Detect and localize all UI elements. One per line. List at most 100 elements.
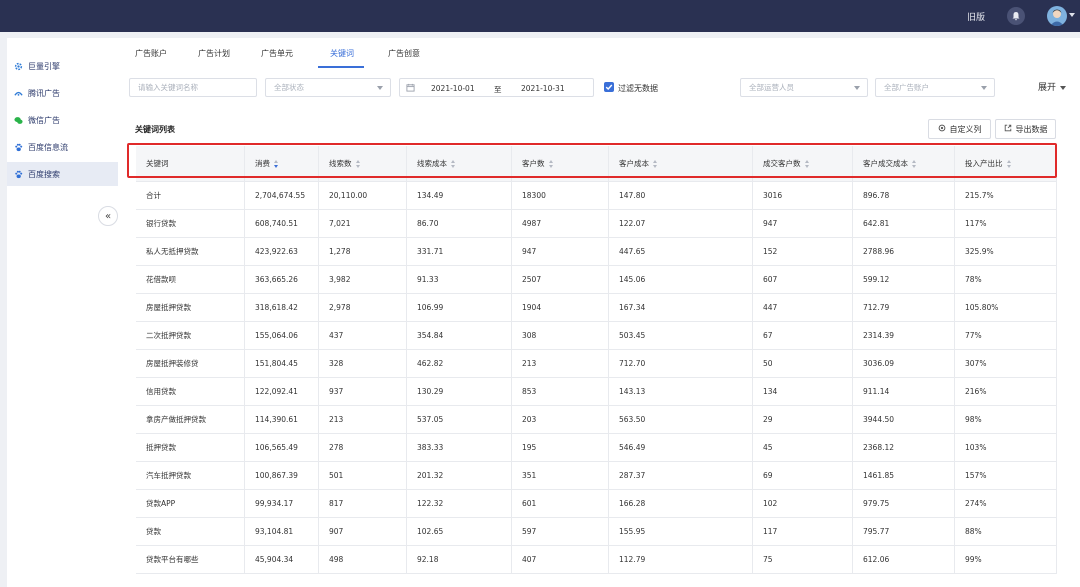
cell-keyword: 贷款 <box>136 518 245 546</box>
tab-ad-unit[interactable]: 广告单元 <box>261 48 293 59</box>
cell-keyword: 房屋抵押贷款 <box>136 294 245 322</box>
cell-keyword: 抵押贷款 <box>136 434 245 462</box>
cell-roi: 157% <box>955 462 1057 490</box>
expand-label: 展开 <box>1038 83 1057 93</box>
cell-lead-cost: 86.70 <box>407 210 512 238</box>
old-version-link[interactable]: 旧版 <box>967 10 985 23</box>
status-select[interactable]: 全部状态 <box>265 78 391 97</box>
cell-customer-cost: 287.37 <box>609 462 753 490</box>
cell-deals: 69 <box>753 462 853 490</box>
custom-columns-button[interactable]: 自定义列 <box>928 119 991 139</box>
date-start: 2021-10-01 <box>431 84 475 93</box>
cell-spend: 45,904.34 <box>245 546 319 574</box>
cell-roi: 77% <box>955 322 1057 350</box>
chevron-down-icon <box>854 86 860 90</box>
bell-icon[interactable] <box>1007 7 1025 25</box>
avatar[interactable] <box>1047 6 1067 26</box>
cell-leads: 2,978 <box>319 294 407 322</box>
export-label: 导出数据 <box>1015 124 1048 134</box>
cell-spend: 100,867.39 <box>245 462 319 490</box>
cell-leads: 498 <box>319 546 407 574</box>
cell-deal-cost: 911.14 <box>853 378 955 406</box>
cell-deals: 117 <box>753 518 853 546</box>
cell-customers: 18300 <box>512 182 609 210</box>
top-navbar: 旧版 <box>0 0 1080 32</box>
chevron-down-icon <box>981 86 987 90</box>
cell-keyword: 花借款呗 <box>136 266 245 294</box>
sidebar-item-label: 巨量引擎 <box>28 61 60 71</box>
cell-roi: 105.80% <box>955 294 1057 322</box>
main-panel: 广告账户 广告计划 广告单元 关键词 广告创意 请输入关键词名称 全部状态 20… <box>118 38 1080 587</box>
tab-ad-account[interactable]: 广告账户 <box>135 48 167 59</box>
cell-lead-cost: 106.99 <box>407 294 512 322</box>
date-range-picker[interactable]: 2021-10-01 至 2021-10-31 <box>399 78 594 97</box>
keyword-search-input[interactable]: 请输入关键词名称 <box>129 78 257 97</box>
date-separator: 至 <box>494 85 502 94</box>
cell-customer-cost: 112.79 <box>609 546 753 574</box>
cell-leads: 437 <box>319 322 407 350</box>
tab-keyword[interactable]: 关键词 <box>330 48 354 59</box>
cell-lead-cost: 537.05 <box>407 406 512 434</box>
cell-customers: 351 <box>512 462 609 490</box>
cell-lead-cost: 383.33 <box>407 434 512 462</box>
collapse-sidebar-button[interactable]: « <box>98 206 118 226</box>
sidebar-item-baidu-feed[interactable]: 百度信息流 <box>7 135 118 159</box>
operator-select[interactable]: 全部运营人员 <box>740 78 868 97</box>
cell-customer-cost: 167.34 <box>609 294 753 322</box>
sidebar-item-baidu-search[interactable]: 百度搜索 <box>7 162 118 186</box>
export-button[interactable]: 导出数据 <box>995 119 1056 139</box>
cell-customers: 601 <box>512 490 609 518</box>
sidebar-item-label: 百度搜索 <box>28 169 60 179</box>
cell-spend: 423,922.63 <box>245 238 319 266</box>
table-row: 银行贷款 608,740.51 7,021 86.70 4987 122.07 947 642… <box>136 210 1057 238</box>
cell-deals: 152 <box>753 238 853 266</box>
account-select[interactable]: 全部广告账户 <box>875 78 995 97</box>
cell-lead-cost: 354.84 <box>407 322 512 350</box>
sidebar-item-tencent[interactable]: 腾讯广告 <box>7 81 118 105</box>
table-row: 花借款呗 363,665.26 3,982 91.33 2507 145.06 607 599… <box>136 266 1057 294</box>
cell-lead-cost: 331.71 <box>407 238 512 266</box>
cell-keyword: 合计 <box>136 182 245 210</box>
sidebar-item-label: 腾讯广告 <box>28 88 60 98</box>
filter-no-data-checkbox[interactable] <box>604 82 614 92</box>
cell-roi: 215.7% <box>955 182 1057 210</box>
account-select-value: 全部广告账户 <box>884 83 929 92</box>
cell-keyword: 信用贷款 <box>136 378 245 406</box>
cell-lead-cost: 122.32 <box>407 490 512 518</box>
cell-customer-cost: 145.06 <box>609 266 753 294</box>
tab-ad-creative[interactable]: 广告创意 <box>388 48 420 59</box>
cell-deals: 134 <box>753 378 853 406</box>
cell-spend: 318,618.42 <box>245 294 319 322</box>
list-title: 关键词列表 <box>135 125 175 134</box>
sidebar-item-juliang[interactable]: 巨量引擎 <box>7 54 118 78</box>
tab-ad-plan[interactable]: 广告计划 <box>198 48 230 59</box>
cell-customer-cost: 155.95 <box>609 518 753 546</box>
expand-filters-button[interactable]: 展开 <box>1038 80 1067 93</box>
cell-deal-cost: 612.06 <box>853 546 955 574</box>
table-row: 私人无抵押贷款 423,922.63 1,278 331.71 947 447.65 152… <box>136 238 1057 266</box>
sidebar-item-wechat[interactable]: 微信广告 <box>7 108 118 132</box>
table-row: 信用贷款 122,092.41 937 130.29 853 143.13 134 911.1… <box>136 378 1057 406</box>
cell-roi: 117% <box>955 210 1057 238</box>
cell-deals: 3016 <box>753 182 853 210</box>
filter-no-data-label[interactable]: 过滤无数据 <box>618 83 658 94</box>
cell-customers: 195 <box>512 434 609 462</box>
cell-deals: 29 <box>753 406 853 434</box>
cell-roi: 307% <box>955 350 1057 378</box>
cell-deal-cost: 642.81 <box>853 210 955 238</box>
cell-deal-cost: 979.75 <box>853 490 955 518</box>
cell-deal-cost: 896.78 <box>853 182 955 210</box>
cell-customer-cost: 166.28 <box>609 490 753 518</box>
table-row: 贷款平台有哪些 45,904.34 498 92.18 407 112.79 75 612.0… <box>136 546 1057 574</box>
cell-keyword: 汽车抵押贷款 <box>136 462 245 490</box>
cell-customers: 1904 <box>512 294 609 322</box>
cell-customer-cost: 546.49 <box>609 434 753 462</box>
calendar-icon <box>406 83 415 94</box>
chevron-down-icon[interactable] <box>1069 13 1075 17</box>
active-tab-indicator <box>318 66 364 68</box>
baidu-paw-icon <box>14 143 23 152</box>
cell-customers: 2507 <box>512 266 609 294</box>
cell-keyword: 贷款APP <box>136 490 245 518</box>
sidebar: 巨量引擎 腾讯广告 微信广告 百度信息流 百度搜索 <box>7 38 118 587</box>
cell-roi: 99% <box>955 546 1057 574</box>
